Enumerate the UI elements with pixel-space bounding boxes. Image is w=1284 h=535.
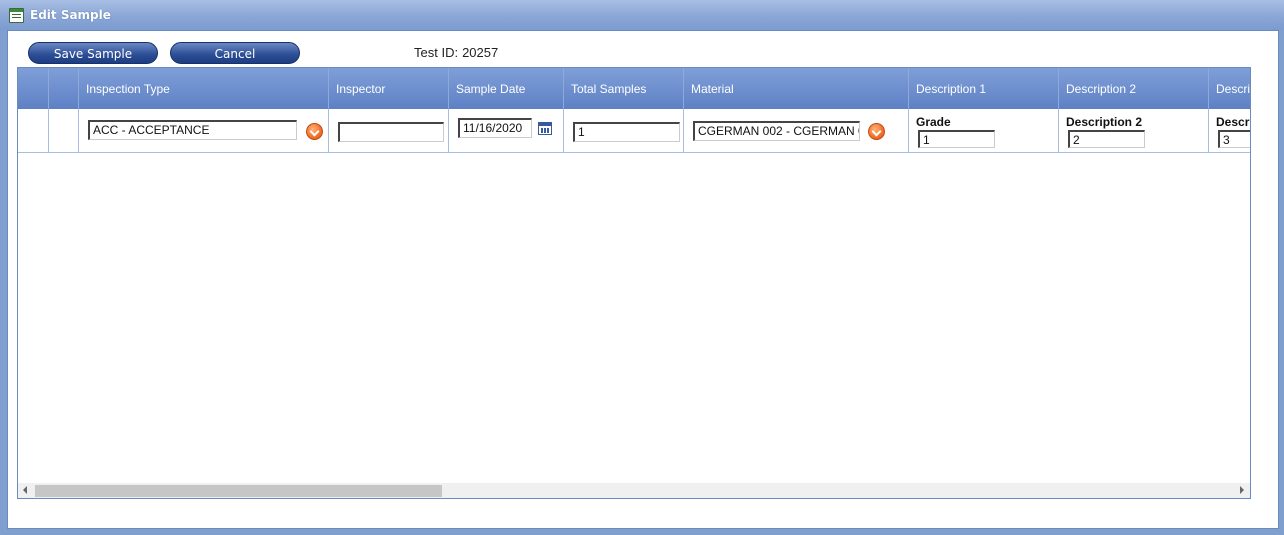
scrollbar-thumb[interactable] (35, 485, 442, 497)
dialog-content: Save Sample Cancel Test ID: 20257 Inspect… (7, 30, 1279, 529)
cell-sample-date: 11/16/2020 (449, 109, 564, 152)
cell-inspection-type: ACC - ACCEPTANCE (79, 109, 329, 152)
header-blank-2 (49, 68, 79, 109)
description-1-input[interactable]: 1 (918, 130, 995, 148)
save-sample-button[interactable]: Save Sample (28, 42, 158, 64)
material-input[interactable]: CGERMAN 002 - CGERMAN 0 (693, 121, 860, 141)
description-3-label: Descri (1216, 115, 1250, 129)
header-material[interactable]: Material (684, 68, 909, 109)
cell-description-1: Grade 1 (909, 109, 1059, 152)
form-icon (9, 8, 24, 23)
inspector-input[interactable] (338, 122, 444, 142)
window-title: Edit Sample (30, 8, 111, 22)
grid-header: Inspection Type Inspector Sample Date To… (18, 68, 1250, 109)
cell-total-samples: 1 (564, 109, 684, 152)
row-cell-blank-2 (49, 109, 79, 152)
description-2-label: Description 2 (1066, 115, 1143, 129)
material-dropdown-icon[interactable] (868, 123, 885, 140)
test-id-label: Test ID: (414, 45, 459, 60)
test-id: Test ID: 20257 (414, 45, 498, 60)
cell-description-2: Description 2 2 (1059, 109, 1209, 152)
sample-date-input[interactable]: 11/16/2020 (458, 118, 532, 138)
header-sample-date[interactable]: Sample Date (449, 68, 564, 109)
description-2-input[interactable]: 2 (1068, 130, 1145, 148)
cell-inspector (329, 109, 449, 152)
header-total-samples[interactable]: Total Samples (564, 68, 684, 109)
header-inspection-type[interactable]: Inspection Type (79, 68, 329, 109)
cell-material: CGERMAN 002 - CGERMAN 0 (684, 109, 909, 152)
horizontal-scrollbar[interactable] (18, 483, 1250, 498)
header-inspector[interactable]: Inspector (329, 68, 449, 109)
inspection-type-dropdown-icon[interactable] (306, 123, 323, 140)
header-description-2[interactable]: Description 2 (1059, 68, 1209, 109)
cell-description-3: Descri 3 (1209, 109, 1250, 152)
description-1-label: Grade (916, 115, 951, 129)
title-bar: Edit Sample (0, 0, 1284, 30)
description-3-input[interactable]: 3 (1218, 130, 1250, 148)
scroll-right-arrow-icon[interactable] (1240, 486, 1244, 494)
calendar-icon[interactable] (538, 122, 552, 135)
inspection-type-input[interactable]: ACC - ACCEPTANCE (88, 120, 297, 140)
test-id-value: 20257 (462, 45, 499, 60)
scroll-left-arrow-icon[interactable] (23, 486, 27, 494)
header-blank-1 (18, 68, 49, 109)
header-description-1[interactable]: Description 1 (909, 68, 1059, 109)
cancel-button[interactable]: Cancel (170, 42, 300, 64)
samples-grid: Inspection Type Inspector Sample Date To… (17, 67, 1251, 499)
header-description-3[interactable]: Descri (1209, 68, 1250, 109)
row-cell-blank-1 (18, 109, 49, 152)
table-row: ACC - ACCEPTANCE 11/16/2020 1 CGERMAN 00… (18, 109, 1250, 153)
total-samples-input[interactable]: 1 (573, 122, 680, 142)
